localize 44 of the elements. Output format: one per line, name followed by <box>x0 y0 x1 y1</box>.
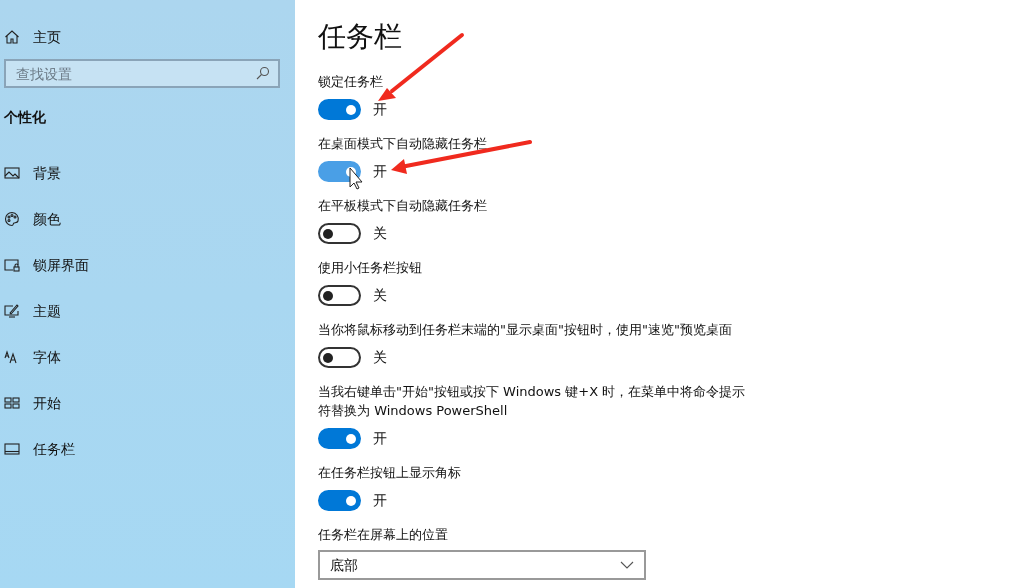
start-icon <box>4 395 20 411</box>
setting-label: 锁定任务栏 <box>318 73 384 91</box>
setting-label: 任务栏在屏幕上的位置 <box>318 526 449 544</box>
toggle-switch[interactable] <box>318 223 361 244</box>
toggle-switch[interactable] <box>318 428 361 449</box>
chevron-down-icon <box>620 561 634 569</box>
brush-monitor-icon <box>4 303 20 319</box>
lock-screen-icon <box>4 257 20 273</box>
taskbar-icon <box>4 441 20 457</box>
search-field[interactable]: 查找设置 <box>4 59 280 88</box>
nav-item[interactable]: 颜色 <box>0 210 295 228</box>
picture-icon <box>4 165 20 181</box>
setting-label: 在任务栏按钮上显示角标 <box>318 464 462 482</box>
toggle-state: 关 <box>373 224 387 243</box>
home-link[interactable]: 主页 <box>0 28 295 46</box>
search-icon <box>256 66 270 80</box>
toggle-state: 关 <box>373 286 387 305</box>
page-title: 任务栏 <box>318 19 403 55</box>
nav-item[interactable]: 字体 <box>0 348 295 366</box>
toggle-switch[interactable] <box>318 99 361 120</box>
palette-icon <box>4 211 20 227</box>
toggle-switch[interactable] <box>318 285 361 306</box>
nav-item[interactable]: 任务栏 <box>0 440 295 458</box>
toggle-state: 开 <box>373 100 387 119</box>
nav-item[interactable]: 锁屏界面 <box>0 256 295 274</box>
position-dropdown[interactable]: 底部 <box>318 550 646 580</box>
toggle-state: 开 <box>373 429 387 448</box>
toggle-state: 开 <box>373 162 387 181</box>
font-icon <box>4 349 20 365</box>
setting-label: 当你将鼠标移动到任务栏末端的"显示桌面"按钮时，使用"速览"预览桌面 <box>318 321 733 339</box>
nav-item[interactable]: 开始 <box>0 394 295 412</box>
home-icon <box>4 29 20 45</box>
setting-label: 在桌面模式下自动隐藏任务栏 <box>318 135 488 153</box>
section-heading: 个性化 <box>4 108 47 126</box>
toggle-switch[interactable] <box>318 490 361 511</box>
mouse-cursor-icon <box>349 167 363 190</box>
nav-item[interactable]: 主题 <box>0 302 295 320</box>
nav-item[interactable]: 背景 <box>0 164 295 182</box>
setting-label: 在平板模式下自动隐藏任务栏 <box>318 197 488 215</box>
setting-label: 使用小任务栏按钮 <box>318 259 423 277</box>
setting-label: 当我右键单击"开始"按钮或按下 Windows 键+X 时，在菜单中将命令提示符替换为 Windows PowerShell <box>318 383 747 420</box>
toggle-state: 开 <box>373 491 387 510</box>
toggle-switch[interactable] <box>318 347 361 368</box>
toggle-state: 关 <box>373 348 387 367</box>
